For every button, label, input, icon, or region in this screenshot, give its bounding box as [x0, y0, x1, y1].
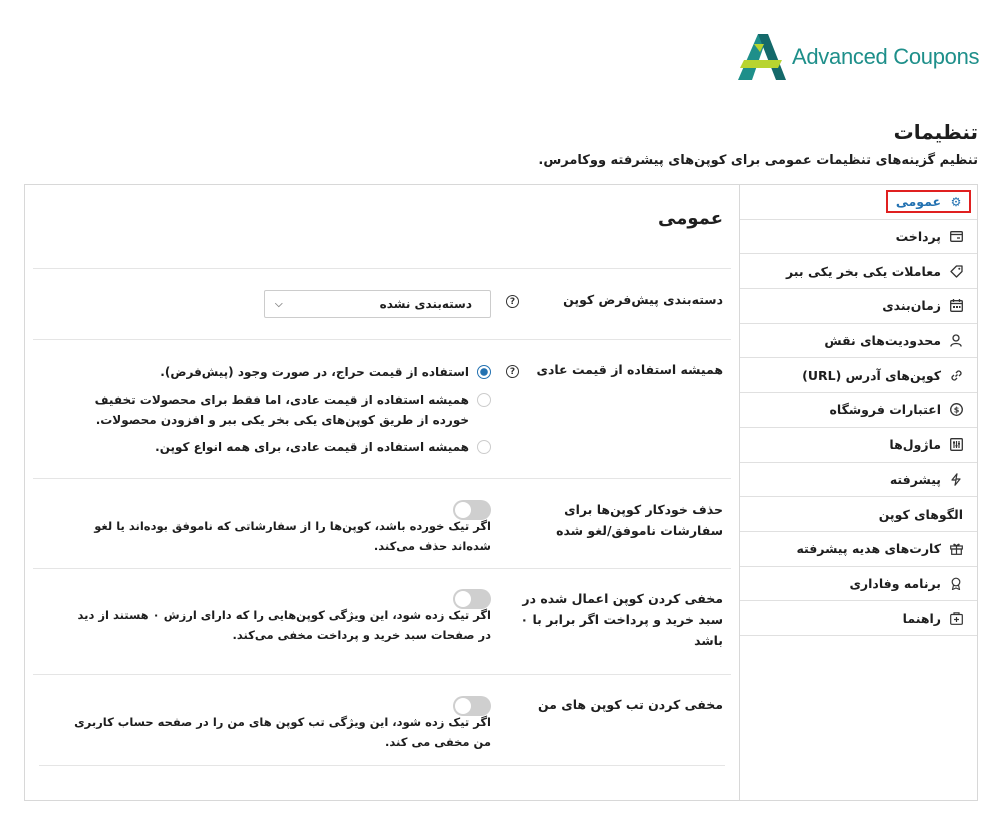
tag-icon [949, 264, 963, 278]
dollar-circle-icon: $ [949, 403, 963, 417]
hide-zero-label: مخفی کردن کوپن اعمال شده در سبد خرید و پ… [520, 591, 723, 648]
sidebar-item-help[interactable]: راهنما [740, 601, 977, 636]
section-title: عمومی [657, 208, 723, 229]
auto-delete-description: اگر تیک خورده باشد، کوپن‌ها را از سفارشا… [94, 519, 491, 553]
settings-content: عمومی دسته‌بندی پیش‌فرض کوپن ? دسته‌بندی… [25, 185, 739, 800]
help-icon[interactable]: ? [506, 295, 519, 308]
sliders-icon [949, 438, 963, 452]
gift-icon [949, 542, 963, 556]
gear-icon: ⚙ [950, 194, 962, 209]
chevron-down-icon: ⌵ [275, 298, 283, 310]
divider [33, 478, 731, 479]
select-value: دسته‌بندی نشده [379, 297, 472, 311]
auto-delete-label: حذف خودکار کوپن‌ها برای سفارشات ناموفق/ل… [556, 502, 723, 538]
advanced-coupons-logo: Advanced Coupons [734, 30, 984, 82]
divider [33, 568, 731, 569]
help-box-icon [949, 611, 963, 625]
regular-price-option-sale[interactable]: استفاده از قیمت حراج، در صورت وجود (پیش‌… [81, 362, 491, 382]
sidebar-item-label: برنامه وفاداری [849, 575, 941, 591]
sidebar-item-url-coupons[interactable]: کوپن‌های آدرس (URL) [740, 358, 977, 394]
sidebar-item-role-restrictions[interactable]: محدودیت‌های نقش [740, 324, 977, 359]
default-category-label: دسته‌بندی پیش‌فرض کوپن [563, 292, 723, 307]
sidebar-item-label: پرداخت [895, 229, 941, 245]
help-icon[interactable]: ? [506, 365, 519, 378]
divider [33, 339, 731, 340]
divider [33, 674, 731, 675]
sidebar-item-modules[interactable]: ماژول‌ها [740, 428, 977, 463]
radio[interactable] [477, 393, 491, 407]
page-title: تنظیمات [893, 120, 978, 144]
sidebar-item-loyalty[interactable]: برنامه وفاداری [740, 567, 977, 602]
option-label: همیشه استفاده از قیمت عادی، اما فقط برای… [94, 393, 469, 427]
credit-card-icon [949, 230, 963, 244]
sidebar-item-label: محدودیت‌های نقش [824, 333, 941, 349]
sidebar-item-label: معاملات یکی بخر یکی ببر [786, 263, 941, 279]
sidebar-item-general[interactable]: ⚙ عمومی [740, 185, 977, 220]
sidebar-item-gift-cards[interactable]: کارت‌های هدیه پیشرفته [740, 532, 977, 567]
settings-panel: ⚙ عمومی پرداخت معاملات یکی بخر یکی ببر ز… [24, 184, 978, 801]
user-icon [949, 334, 963, 348]
radio[interactable] [477, 440, 491, 454]
option-label: استفاده از قیمت حراج، در صورت وجود (پیش‌… [160, 365, 469, 379]
sidebar-item-label: کوپن‌های آدرس (URL) [802, 367, 941, 383]
page-subtitle: تنظیم گزینه‌های تنظیمات عمومی برای کوپن‌… [538, 153, 978, 168]
divider [33, 268, 731, 269]
sidebar-item-bogo[interactable]: معاملات یکی بخر یکی ببر [740, 254, 977, 290]
sidebar-item-store-credits[interactable]: $ اعتبارات فروشگاه [740, 393, 977, 428]
sidebar-item-label: عمومی [895, 194, 941, 210]
logo-text: Advanced Coupons [792, 44, 980, 69]
lightning-icon [949, 472, 963, 486]
sidebar-item-label: ماژول‌ها [889, 437, 941, 453]
sidebar-item-label: کارت‌های هدیه پیشرفته [796, 541, 941, 557]
regular-price-option-bogo[interactable]: همیشه استفاده از قیمت عادی، اما فقط برای… [81, 390, 491, 430]
calendar-icon [949, 299, 963, 313]
default-category-select[interactable]: دسته‌بندی نشده ⌵ [264, 290, 491, 318]
radio-checked[interactable] [477, 365, 491, 379]
award-icon [949, 576, 963, 590]
sidebar-item-label: راهنما [902, 610, 941, 626]
hide-zero-description: اگر تیک زده شود، این ویژگی کوپن‌هایی را … [77, 608, 491, 642]
regular-price-label: همیشه استفاده از قیمت عادی [536, 362, 723, 377]
option-label: همیشه استفاده از قیمت عادی، برای همه انو… [155, 440, 469, 454]
sidebar-item-label: الگوهای کوپن [878, 506, 963, 522]
divider [39, 765, 725, 766]
link-icon [949, 368, 963, 382]
sidebar-item-label: زمان‌بندی [882, 298, 941, 314]
settings-sidebar: ⚙ عمومی پرداخت معاملات یکی بخر یکی ببر ز… [739, 185, 977, 800]
logo-mark-icon [738, 34, 786, 80]
active-highlight: ⚙ عمومی [885, 190, 971, 214]
svg-text:$: $ [953, 406, 959, 415]
hide-tab-description: اگر تیک زده شود، این ویژگی تب کوپن های م… [74, 715, 491, 749]
sidebar-item-scheduling[interactable]: زمان‌بندی [740, 289, 977, 324]
hide-tab-label: مخفی کردن تب کوپن های من [537, 697, 723, 712]
sidebar-item-coupon-templates[interactable]: الگوهای کوپن [740, 497, 977, 532]
regular-price-option-all[interactable]: همیشه استفاده از قیمت عادی، برای همه انو… [81, 437, 491, 457]
sidebar-item-label: اعتبارات فروشگاه [829, 402, 941, 418]
sidebar-item-advanced[interactable]: پیشرفته [740, 463, 977, 498]
sidebar-item-label: پیشرفته [889, 471, 941, 487]
sidebar-item-payment[interactable]: پرداخت [740, 220, 977, 255]
